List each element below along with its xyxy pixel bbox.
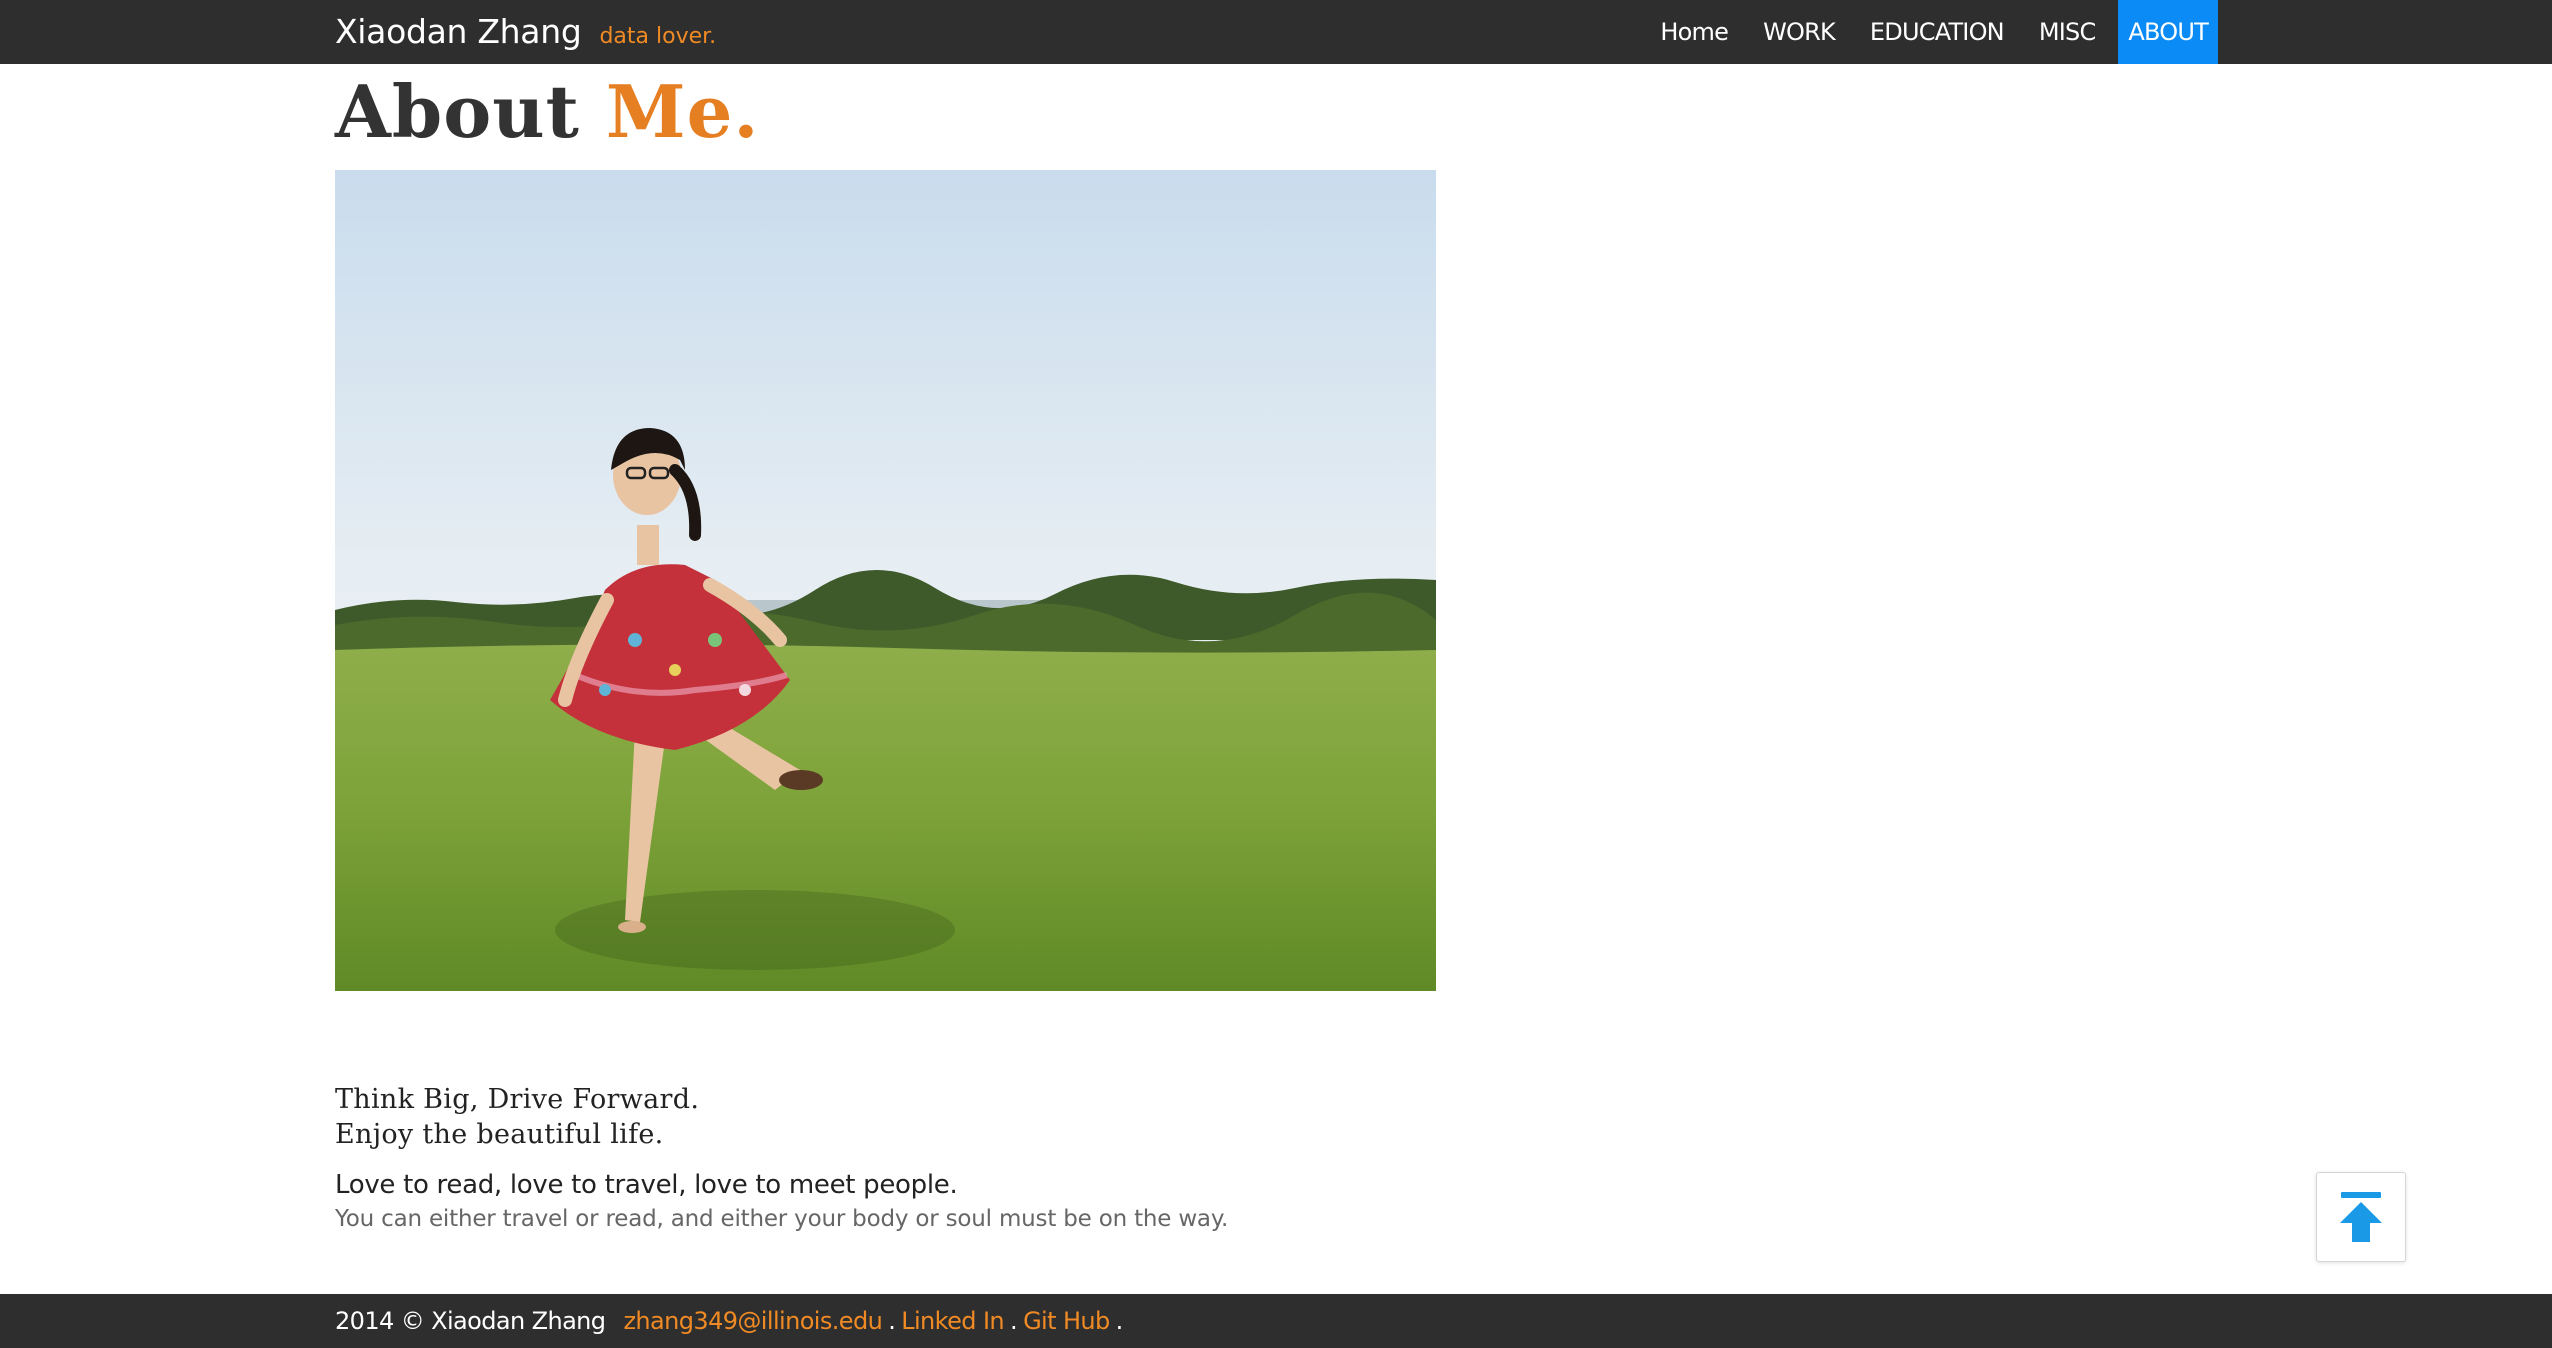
nav-item-work[interactable]: WORK [1751,0,1847,64]
profile-photo [335,170,1436,991]
email-link[interactable]: zhang349@illinois.edu [623,1307,882,1335]
arrow-up-to-line-icon [2340,1192,2382,1242]
copyright: 2014 © Xiaodan Zhang [335,1307,606,1335]
brand[interactable]: Xiaodan Zhang data lover. [335,8,716,56]
nav-item-education[interactable]: EDUCATION [1858,0,2016,64]
page-title-accent: Me. [605,69,760,154]
back-to-top-button[interactable] [2316,1172,2406,1262]
nav-item-misc[interactable]: MISC [2027,0,2108,64]
separator: . [1010,1307,1018,1335]
brand-tagline: data lover. [599,24,717,49]
page-title: About Me. [335,66,760,158]
main-nav: Home WORK EDUCATION MISC ABOUT [1637,0,2218,64]
separator: . [888,1307,896,1335]
github-link[interactable]: Git Hub [1023,1307,1110,1335]
photo-illustration [335,170,1436,991]
brand-name[interactable]: Xiaodan Zhang [335,8,582,56]
motto: Think Big, Drive Forward. Enjoy the beau… [335,1082,699,1152]
top-navbar: Xiaodan Zhang data lover. Home WORK EDUC… [0,0,2552,64]
linkedin-link[interactable]: Linked In [901,1307,1004,1335]
separator: . [1115,1307,1124,1335]
intro-lead: Love to read, love to travel, love to me… [335,1170,958,1200]
footer-content: 2014 © Xiaodan Zhang zhang349@illinois.e… [335,1294,1129,1348]
footer: 2014 © Xiaodan Zhang zhang349@illinois.e… [0,1294,2552,1348]
motto-line-1: Think Big, Drive Forward. [335,1084,700,1115]
intro-sub: You can either travel or read, and eithe… [335,1206,1229,1232]
nav-item-about[interactable]: ABOUT [2118,0,2218,64]
page-title-main: About [335,69,580,154]
motto-line-2: Enjoy the beautiful life. [335,1119,664,1150]
nav-item-home[interactable]: Home [1648,0,1740,64]
